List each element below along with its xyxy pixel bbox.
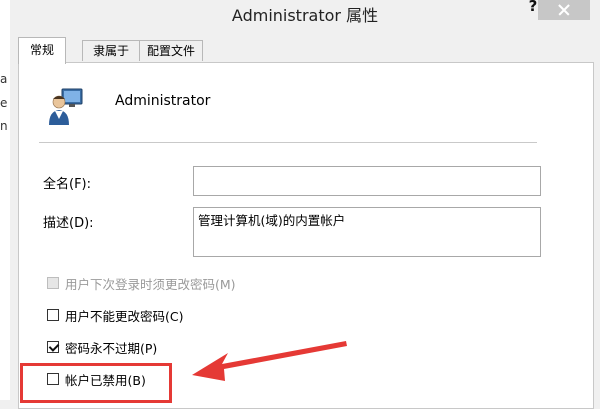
divider: [39, 142, 537, 143]
option-label: 密码永不过期(P): [65, 341, 158, 356]
checkbox-checked[interactable]: [47, 341, 59, 353]
fullname-label: 全名(F):: [43, 177, 92, 192]
annotation-highlight-box: [20, 363, 172, 403]
checkbox[interactable]: [47, 309, 59, 321]
description-field[interactable]: 管理计算机(域)的内置帐户: [193, 207, 541, 257]
description-label: 描述(D):: [43, 216, 94, 231]
user-icon: [49, 88, 83, 125]
background-text: a: [0, 72, 8, 86]
close-button[interactable]: [538, 0, 590, 20]
tab-profile[interactable]: 配置文件: [139, 40, 203, 61]
dialog-title: Administrator 属性: [231, 6, 379, 25]
properties-dialog: Administrator 属性 ? 常规 隶属于 配置文件 Administr…: [10, 0, 600, 409]
option-label: 用户下次登录时须更改密码(M): [65, 277, 236, 292]
background-text: n: [0, 119, 8, 133]
checkbox[interactable]: [47, 277, 59, 289]
fullname-field[interactable]: [193, 166, 541, 196]
tab-general[interactable]: 常规: [18, 37, 66, 64]
user-name: Administrator: [115, 93, 211, 109]
tab-member-of[interactable]: 隶属于: [82, 40, 140, 61]
general-tab-panel: Administrator 全名(F): 描述(D): 管理计算机(域)的内置帐…: [18, 62, 594, 409]
option-label: 用户不能更改密码(C): [65, 309, 184, 324]
background-text: e: [0, 96, 8, 110]
background-window-strip: a e n: [0, 0, 10, 400]
